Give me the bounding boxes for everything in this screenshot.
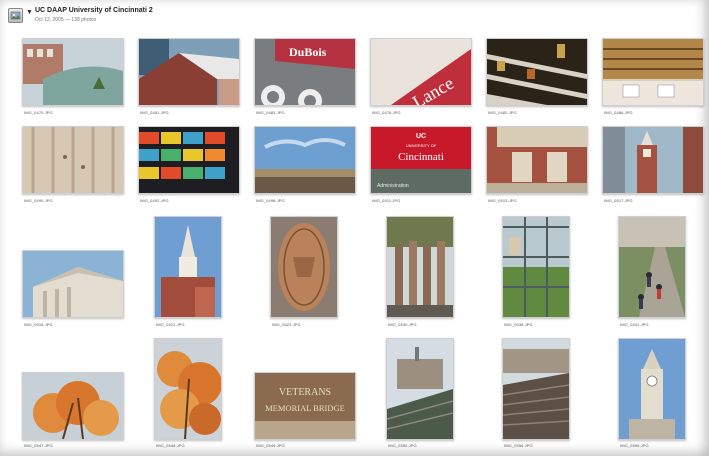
photo-caption: IMG_0530.JPG xyxy=(388,322,417,327)
photo-thumbnail[interactable]: UC UNIVERSITY OF Cincinnati Administrati… xyxy=(370,126,472,194)
photo-caption: IMG_0492.JPG xyxy=(140,198,169,203)
photo-thumbnail[interactable] xyxy=(486,38,588,106)
photo-caption: IMG_0552.JPG xyxy=(388,443,417,448)
cincinnati-sign-text: Cincinnati xyxy=(398,151,444,163)
photo-caption: IMG_0483.JPG xyxy=(256,110,285,115)
photo-caption: IMG_0541.JPG xyxy=(620,322,649,327)
photo-caption: IMG_0481.JPG xyxy=(140,110,169,115)
photo-caption: IMG_0547.JPG xyxy=(24,443,53,448)
photo-caption: IMG_0559.JPG xyxy=(620,443,649,448)
photo-caption: IMG_0486.JPG xyxy=(604,110,633,115)
photo-thumbnail[interactable] xyxy=(602,38,704,106)
photo-thumbnail[interactable] xyxy=(502,338,570,440)
photo-caption: IMG_0482.JPG xyxy=(488,110,517,115)
photo-thumbnail[interactable] xyxy=(602,126,704,194)
photo-caption: IMG_0548.JPG xyxy=(156,443,185,448)
photo-caption: IMG_0517.JPG xyxy=(604,198,633,203)
photo-browser-window: ▼ UC DAAP University of Cincinnati 2 Oct… xyxy=(0,0,709,456)
svg-text:UC: UC xyxy=(416,133,426,140)
photo-thumbnail[interactable] xyxy=(618,216,686,318)
photo-caption: IMG_0518.JPG xyxy=(24,322,53,327)
photo-caption: IMG_0536.JPG xyxy=(504,322,533,327)
administration-sign-text: Administration xyxy=(377,183,409,189)
photo-thumbnail[interactable] xyxy=(270,216,338,318)
photo-thumbnail[interactable] xyxy=(254,126,356,194)
veterans-sign-text: VETERANS xyxy=(279,387,331,398)
photo-thumbnail[interactable] xyxy=(486,126,588,194)
photo-thumbnail[interactable] xyxy=(22,250,124,318)
photo-thumbnail[interactable] xyxy=(22,126,124,194)
photo-thumbnail[interactable] xyxy=(22,38,124,106)
photo-thumbnail[interactable] xyxy=(138,126,240,194)
photo-thumbnail[interactable]: VETERANS MEMORIAL BRIDGE xyxy=(254,372,356,440)
photo-caption: IMG_0478.JPG xyxy=(372,110,401,115)
photo-thumbnail[interactable]: Lance xyxy=(370,38,472,106)
photo-caption: IMG_0498.JPG xyxy=(256,198,285,203)
photo-caption: IMG_0523.JPG xyxy=(272,322,301,327)
photo-thumbnail[interactable] xyxy=(154,216,222,318)
photo-caption: IMG_0556.JPG xyxy=(504,443,533,448)
dubois-sign-text: DuBois xyxy=(289,45,327,59)
thumbnail-grid: IMG_0470.JPG IMG_0481.JPG DuBois IMG_048… xyxy=(0,0,709,456)
photo-thumbnail[interactable] xyxy=(618,338,686,440)
memorial-bridge-sign-text: MEMORIAL BRIDGE xyxy=(265,403,345,413)
photo-caption: IMG_0513.JPG xyxy=(488,198,517,203)
photo-caption: IMG_0549.JPG xyxy=(256,443,285,448)
university-of-sign-text: UNIVERSITY OF xyxy=(406,143,437,148)
photo-thumbnail[interactable] xyxy=(386,338,454,440)
photo-thumbnail[interactable] xyxy=(386,216,454,318)
photo-thumbnail[interactable] xyxy=(138,38,240,106)
photo-thumbnail[interactable]: DuBois xyxy=(254,38,356,106)
photo-caption: IMG_0470.JPG xyxy=(24,110,53,115)
photo-thumbnail[interactable] xyxy=(22,372,124,440)
photo-thumbnail[interactable] xyxy=(154,338,222,440)
photo-caption: IMG_0521.JPG xyxy=(156,322,185,327)
photo-caption: IMG_0490.JPG xyxy=(24,198,53,203)
photo-caption: IMG_0511.JPG xyxy=(372,198,401,203)
photo-thumbnail[interactable] xyxy=(502,216,570,318)
